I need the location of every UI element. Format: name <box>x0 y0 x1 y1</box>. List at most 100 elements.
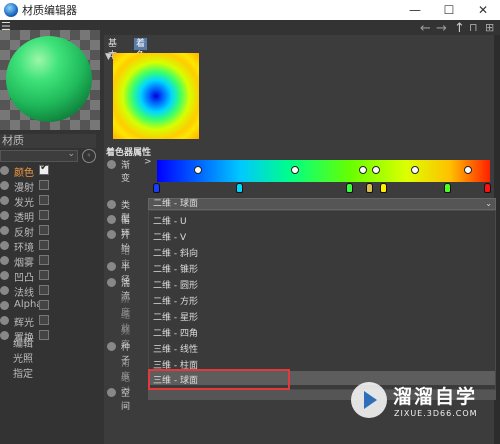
dropdown-option[interactable]: 二维 - 圆形 <box>153 278 198 291</box>
channel-checkbox[interactable] <box>39 300 49 310</box>
channel-reflection[interactable]: 反射 <box>0 223 100 239</box>
material-preview[interactable] <box>0 30 100 130</box>
channel-label: 辉光 <box>14 318 34 329</box>
gradient-knot[interactable] <box>372 166 380 174</box>
gradient-knot[interactable] <box>359 166 367 174</box>
gradient-knot[interactable] <box>291 166 299 174</box>
channel-glow[interactable]: 辉光 <box>0 313 100 329</box>
type-dropdown-menu: 二维 - U 二维 - V 二维 - 斜向 二维 - 锥形 二维 - 圆形 二维… <box>148 210 496 390</box>
chevron-down-icon: ⌄ <box>67 149 75 159</box>
watermark: 溜溜自学 ZIXUE.3D66.COM <box>345 378 500 428</box>
sub-item-illumination[interactable]: 光照 <box>13 350 33 365</box>
title-bar: 材质编辑器 — ☐ ✕ <box>0 0 500 20</box>
collapse-chevron-icon[interactable]: ▼ <box>105 52 112 62</box>
maximize-button[interactable]: ☐ <box>432 0 466 20</box>
radio-icon <box>107 342 116 351</box>
chevron-down-icon: ⌄ <box>485 199 492 208</box>
material-dropdown[interactable]: ⌄ <box>0 149 78 162</box>
channel-label: 颜色 <box>14 168 34 179</box>
channel-checkbox[interactable] <box>39 225 49 235</box>
lock-icon[interactable]: ⊓ <box>469 21 478 34</box>
watermark-url: ZIXUE.3D66.COM <box>394 409 478 418</box>
radio-icon <box>107 388 116 397</box>
color-marker[interactable] <box>484 183 491 193</box>
radio-icon <box>0 286 9 295</box>
channel-luminance[interactable]: 发光 <box>0 193 100 209</box>
checkmark-icon: ✔ <box>40 162 49 173</box>
radio-icon <box>107 215 116 224</box>
gradient-bar[interactable] <box>157 160 490 182</box>
channel-alpha[interactable]: Alpha <box>0 298 100 313</box>
radio-icon <box>0 226 9 235</box>
sub-item-edit[interactable]: 编辑 <box>13 335 33 350</box>
dropdown-option[interactable]: 二维 - 四角 <box>153 326 198 339</box>
color-marker[interactable] <box>153 183 160 193</box>
up-arrow-icon[interactable]: ↑ <box>454 21 465 36</box>
shader-preview <box>113 53 199 139</box>
gradient-knot[interactable] <box>411 166 419 174</box>
channel-checkbox[interactable] <box>39 255 49 265</box>
channel-label: 反射 <box>14 228 34 239</box>
channel-checkbox[interactable] <box>39 270 49 280</box>
expand-icon[interactable]: ⊞ <box>485 21 494 34</box>
param-label: 渐变 <box>121 161 131 184</box>
tab-shader[interactable]: 着色器 <box>134 38 148 73</box>
channel-checkbox[interactable] <box>39 315 49 325</box>
color-marker[interactable] <box>346 183 353 193</box>
gradient-knot[interactable] <box>194 166 202 174</box>
forward-arrow-icon[interactable]: → <box>436 21 447 36</box>
channel-checkbox[interactable] <box>39 285 49 295</box>
radio-icon <box>0 196 9 205</box>
channel-list: 颜色 ✔ 漫射 发光 透明 反射 环境 烟雾 凹凸 法线 Alpha 辉光 置换 <box>0 162 100 344</box>
channel-checkbox[interactable] <box>39 210 49 220</box>
tab-basic[interactable]: 基本 <box>106 38 119 61</box>
app-icon <box>4 3 18 17</box>
channel-fog[interactable]: 烟雾 <box>0 253 100 269</box>
minimize-button[interactable]: — <box>398 0 432 20</box>
type-select[interactable]: 二维 - 球面 ⌄ <box>148 198 496 210</box>
channel-checkbox[interactable] <box>39 330 49 340</box>
color-marker[interactable] <box>380 183 387 193</box>
channel-normal[interactable]: 法线 <box>0 283 100 299</box>
radio-icon <box>107 262 116 271</box>
dropdown-option[interactable]: 二维 - 方形 <box>153 294 198 307</box>
channel-transparency[interactable]: 透明 <box>0 208 100 224</box>
selection-highlight-box <box>148 369 290 390</box>
channel-label: 法线 <box>14 288 34 299</box>
gradient-knot[interactable] <box>464 166 472 174</box>
color-marker[interactable] <box>236 183 243 193</box>
watermark-logo-icon <box>351 382 387 418</box>
channel-label: 漫射 <box>14 183 34 194</box>
back-arrow-icon[interactable]: ← <box>420 21 431 36</box>
type-select-value: 二维 - 球面 <box>153 199 198 209</box>
radio-icon <box>107 230 116 239</box>
channel-diffusion[interactable]: 漫射 <box>0 178 100 194</box>
radio-icon <box>0 211 9 220</box>
radio-icon <box>0 256 9 265</box>
channel-label: 烟雾 <box>14 258 34 269</box>
channel-checkbox[interactable] <box>39 240 49 250</box>
channel-color[interactable]: 颜色 ✔ <box>0 162 100 179</box>
dropdown-option[interactable]: 二维 - V <box>153 230 186 243</box>
play-icon <box>364 391 377 409</box>
circle-button[interactable]: ◦ <box>82 149 96 163</box>
expand-arrow-icon[interactable]: > <box>144 157 152 167</box>
dropdown-option[interactable]: 二维 - 锥形 <box>153 262 198 275</box>
channel-bump[interactable]: 凹凸 <box>0 268 100 284</box>
dropdown-option[interactable]: 二维 - 斜向 <box>153 246 198 259</box>
dropdown-option[interactable]: 三维 - 线性 <box>153 342 198 355</box>
channel-environment[interactable]: 环境 <box>0 238 100 254</box>
channel-label: 发光 <box>14 198 34 209</box>
radio-icon <box>0 301 9 310</box>
radio-icon <box>107 200 116 209</box>
channel-checkbox[interactable] <box>39 180 49 190</box>
material-name-field[interactable]: 材质 <box>0 134 96 148</box>
color-marker[interactable] <box>366 183 373 193</box>
dropdown-option[interactable]: 二维 - 星形 <box>153 310 198 323</box>
sub-item-assign[interactable]: 指定 <box>13 365 33 380</box>
radio-icon <box>107 278 116 287</box>
color-marker[interactable] <box>444 183 451 193</box>
close-button[interactable]: ✕ <box>466 0 500 20</box>
dropdown-option[interactable]: 二维 - U <box>153 214 187 227</box>
channel-checkbox[interactable] <box>39 195 49 205</box>
